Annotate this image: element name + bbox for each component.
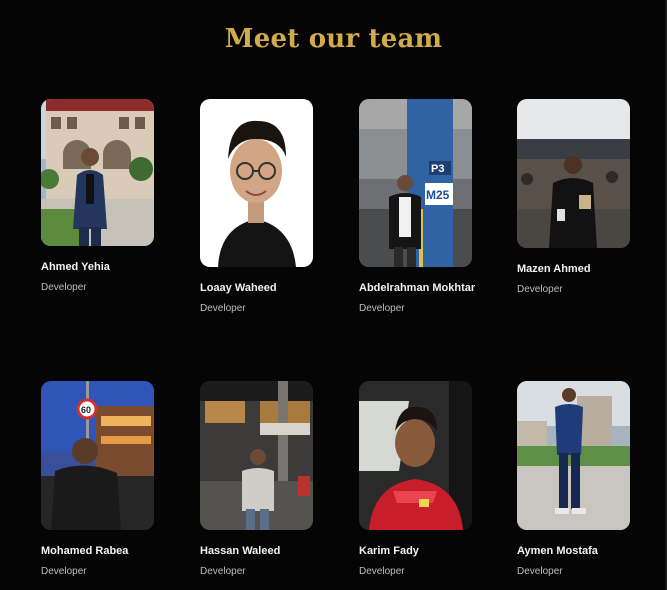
team-member-role: Developer <box>41 282 87 293</box>
team-member-card: Loaay Waheed Developer <box>200 99 318 314</box>
team-member-name: Hassan Waleed <box>200 545 281 557</box>
team-member-role: Developer <box>517 566 563 577</box>
team-member-photo <box>517 381 630 530</box>
team-member-role: Developer <box>359 303 405 314</box>
team-member-role: Developer <box>41 566 87 577</box>
team-member-card: Ahmed Yehia Developer <box>41 99 159 293</box>
team-member-role: Developer <box>200 566 246 577</box>
team-member-name: Abdelrahman Mokhtar <box>359 282 476 294</box>
team-member-card: Mazen Ahmed Developer <box>517 99 635 295</box>
team-member-photo: P3 M25 <box>359 99 472 267</box>
team-member-name: Mazen Ahmed <box>517 263 591 275</box>
team-member-photo <box>359 381 472 530</box>
team-member-name: Aymen Mostafa <box>517 545 598 557</box>
team-member-photo <box>200 381 313 530</box>
team-member-card: P3 M25 Abdelrahman Mokhtar Developer <box>359 99 477 314</box>
team-member-name: Mohamed Rabea <box>41 545 129 557</box>
team-member-card: Aymen Mostafa Developer <box>517 381 635 577</box>
team-member-photo <box>41 99 154 246</box>
team-member-role: Developer <box>359 566 405 577</box>
team-member-name: Loaay Waheed <box>200 282 277 294</box>
parking-sign-m25: M25 <box>426 188 450 202</box>
team-member-photo <box>200 99 313 267</box>
team-member-card: Hassan Waleed Developer <box>200 381 318 577</box>
speed-sign-60: 60 <box>81 405 91 415</box>
page-title: Meet our team <box>224 24 443 54</box>
team-member-name: Ahmed Yehia <box>41 261 110 273</box>
parking-sign-p3: P3 <box>431 163 444 175</box>
team-member-name: Karim Fady <box>359 545 419 557</box>
team-member-photo <box>517 99 630 248</box>
team-member-card: Karim Fady Developer <box>359 381 477 577</box>
team-member-role: Developer <box>200 303 246 314</box>
team-member-card: 60 Mohamed Rabea Developer <box>41 381 159 577</box>
team-member-role: Developer <box>517 284 563 295</box>
team-member-photo: 60 <box>41 381 154 530</box>
